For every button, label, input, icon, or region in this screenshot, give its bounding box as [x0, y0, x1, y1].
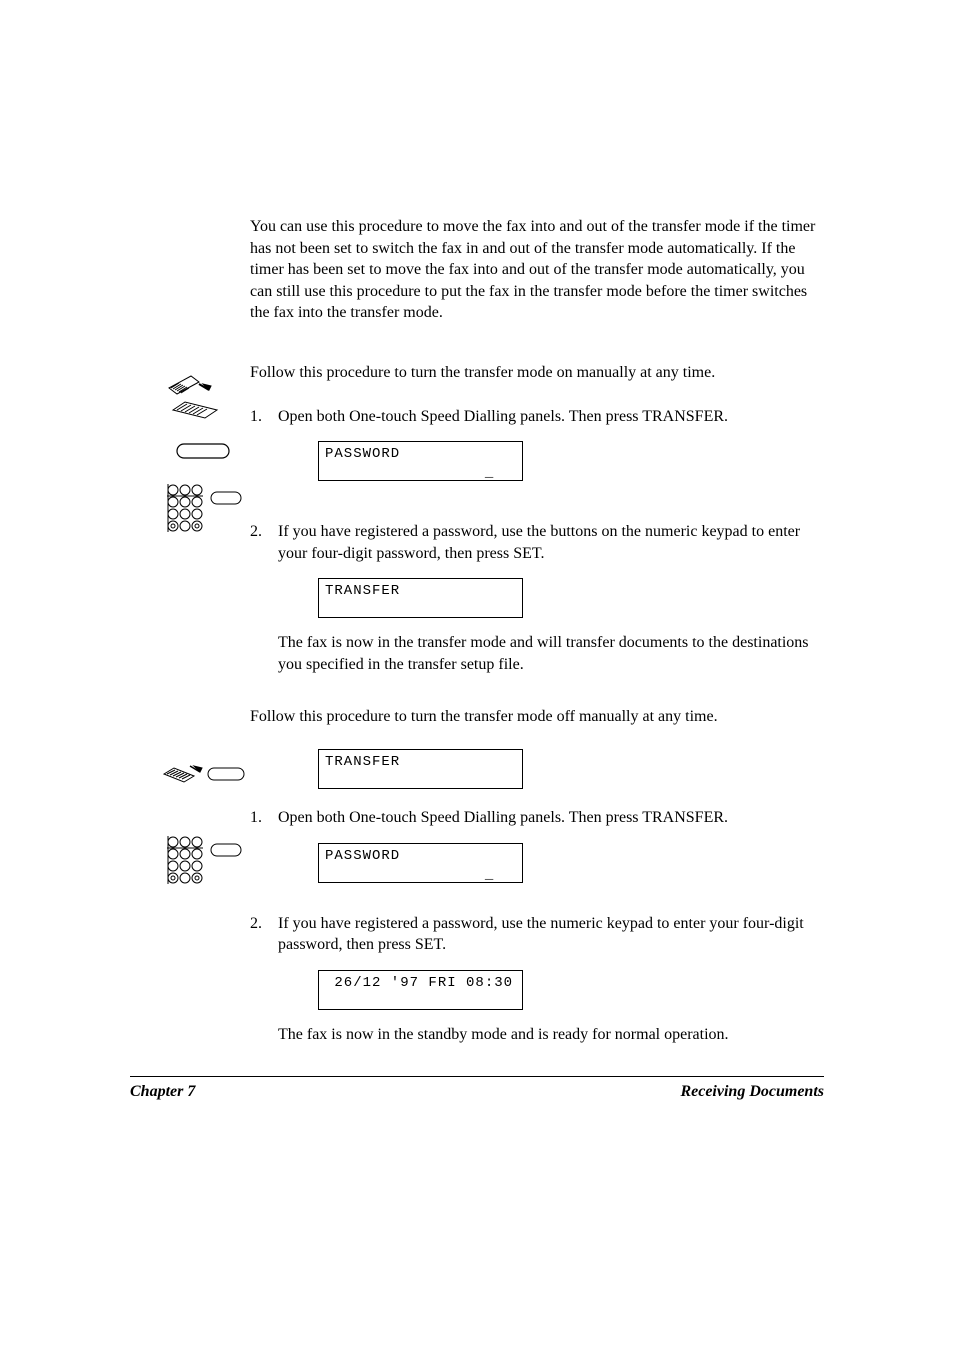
step-number: 2.	[250, 913, 262, 935]
step-text: Open both One-touch Speed Dialling panel…	[278, 408, 728, 425]
step-number: 2.	[250, 521, 262, 543]
content-column: You can use this procedure to move the f…	[250, 216, 824, 1046]
panel-open-transfer-icon	[160, 754, 250, 803]
step-text: If you have registered a password, use t…	[278, 915, 804, 954]
step-number: 1.	[250, 807, 262, 829]
footer-rule	[130, 1076, 824, 1077]
footer-title: Receiving Documents	[680, 1083, 824, 1101]
keypad-set-icon-2	[165, 832, 245, 897]
lcd-display: PASSWORD _	[318, 843, 523, 883]
lcd-display: 26/12 '97 FRI 08:30	[318, 970, 523, 1010]
off-step-1: 1. Open both One-touch Speed Dialling pa…	[250, 807, 824, 883]
lcd-display: PASSWORD _	[318, 441, 523, 481]
step-text: Open both One-touch Speed Dialling panel…	[278, 809, 728, 826]
lcd-display: TRANSFER	[318, 578, 523, 618]
step-number: 1.	[250, 406, 262, 428]
step-text: If you have registered a password, use t…	[278, 523, 800, 562]
step-result: The fax is now in the transfer mode and …	[278, 632, 824, 675]
transfer-button-icon	[175, 440, 235, 469]
off-step-2: 2. If you have registered a password, us…	[250, 913, 824, 1046]
on-step-1: 1. Open both One-touch Speed Dialling pa…	[250, 406, 824, 482]
section-off-intro: Follow this procedure to turn the transf…	[250, 706, 824, 728]
intro-paragraph: You can use this procedure to move the f…	[250, 216, 824, 324]
footer-chapter: Chapter 7	[130, 1083, 195, 1101]
keypad-set-icon	[165, 480, 245, 545]
panel-open-icon	[165, 370, 225, 425]
page: You can use this procedure to move the f…	[0, 0, 954, 1351]
step-result: The fax is now in the standby mode and i…	[278, 1024, 824, 1046]
page-footer: Chapter 7 Receiving Documents	[130, 1076, 824, 1101]
on-step-2: 2. If you have registered a password, us…	[250, 521, 824, 675]
section-on-intro: Follow this procedure to turn the transf…	[250, 362, 824, 384]
lcd-display: TRANSFER	[318, 749, 523, 789]
